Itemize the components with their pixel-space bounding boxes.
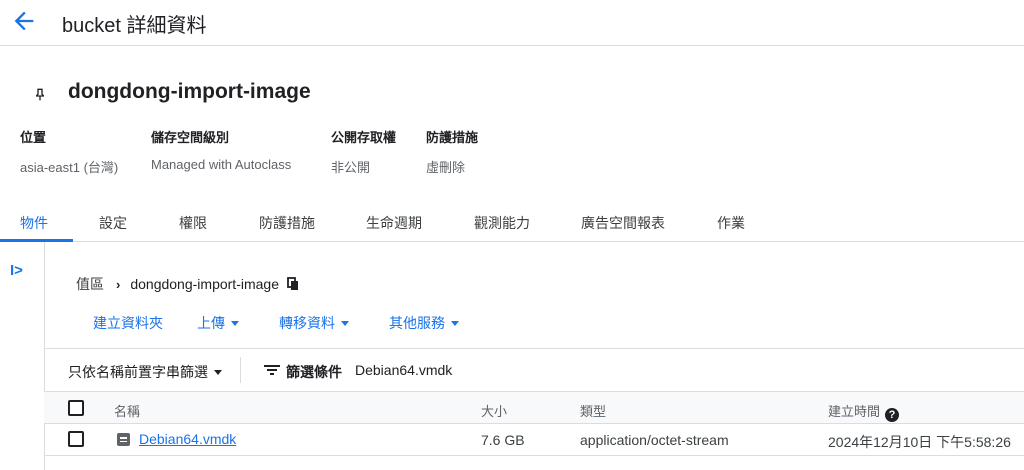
- meta-label: 位置: [20, 130, 47, 145]
- pin-icon: [36, 88, 44, 101]
- file-icon: [117, 433, 130, 446]
- file-size: 7.6 GB: [481, 432, 525, 448]
- tab-inventory-reports[interactable]: 廣告空間報表: [581, 213, 665, 233]
- upload-button[interactable]: 上傳: [197, 313, 239, 333]
- meta-public-access: 公開存取權 非公開: [331, 127, 396, 176]
- page-title: bucket 詳細資料: [62, 15, 207, 37]
- meta-value: Managed with Autoclass: [151, 157, 292, 172]
- meta-location: 位置 asia-east1 (台灣): [20, 127, 118, 176]
- caret-down-icon: [231, 320, 239, 326]
- meta-value: 虛刪除: [426, 160, 466, 175]
- tab-configuration[interactable]: 設定: [99, 213, 127, 233]
- column-name[interactable]: 名稱: [114, 401, 140, 420]
- tab-objects[interactable]: 物件: [20, 213, 48, 233]
- expand-panel-icon[interactable]: I>: [10, 262, 23, 279]
- file-type: application/octet-stream: [580, 432, 729, 448]
- transfer-data-label: 轉移資料: [279, 315, 335, 331]
- tab-bar: 物件 設定 權限 防護措施 生命週期 觀測能力 廣告空間報表 作業: [0, 200, 1024, 242]
- tab-lifecycle[interactable]: 生命週期: [366, 213, 422, 233]
- caret-down-icon: [451, 320, 459, 326]
- table-row: Debian64.vmdk 7.6 GB application/octet-s…: [44, 424, 1024, 456]
- upload-label: 上傳: [197, 315, 225, 331]
- column-created-label: 建立時間: [828, 404, 881, 419]
- meta-storage-class: 儲存空間級別 Managed with Autoclass: [151, 127, 291, 172]
- help-icon[interactable]: ?: [885, 408, 900, 422]
- filter-icon: [264, 365, 280, 375]
- meta-value: asia-east1 (台灣): [20, 160, 119, 175]
- breadcrumb-current: dongdong-import-image: [130, 276, 279, 292]
- meta-label: 儲存空間級別: [151, 130, 230, 145]
- create-folder-button[interactable]: 建立資料夾: [93, 313, 163, 333]
- column-created[interactable]: 建立時間?: [828, 401, 900, 422]
- row-checkbox[interactable]: [68, 431, 84, 447]
- other-services-label: 其他服務: [389, 315, 445, 331]
- column-type[interactable]: 類型: [580, 401, 606, 420]
- filter-divider: [240, 357, 241, 383]
- breadcrumb-root[interactable]: 值區: [76, 274, 104, 294]
- other-services-button[interactable]: 其他服務: [389, 313, 459, 333]
- filter-bar: 只依名稱前置字串篩選 篩選條件 Debian64.vmdk: [44, 348, 1024, 392]
- file-name-link[interactable]: Debian64.vmdk: [139, 431, 236, 447]
- tab-permissions[interactable]: 權限: [179, 213, 207, 233]
- create-folder-label: 建立資料夾: [93, 315, 163, 331]
- prefix-filter-label: 只依名稱前置字串篩選: [68, 364, 208, 380]
- top-bar: bucket 詳細資料: [0, 0, 1024, 46]
- active-tab-indicator: [0, 239, 73, 242]
- table-header: 名稱 大小 類型 建立時間?: [44, 392, 1024, 424]
- meta-label: 公開存取權: [331, 130, 397, 145]
- tab-operations[interactable]: 作業: [717, 213, 745, 233]
- prefix-filter-dropdown[interactable]: 只依名稱前置字串篩選: [68, 362, 222, 382]
- chevron-right-icon: ›: [116, 276, 121, 292]
- bucket-name: dongdong-import-image: [68, 80, 311, 103]
- filter-label: 篩選條件: [286, 364, 342, 380]
- tab-observability[interactable]: 觀測能力: [474, 213, 530, 233]
- caret-down-icon: [214, 369, 222, 375]
- meta-value: 非公開: [331, 160, 371, 175]
- column-size[interactable]: 大小: [481, 401, 507, 420]
- copy-icon[interactable]: [287, 277, 299, 291]
- select-all-checkbox[interactable]: [68, 400, 84, 416]
- transfer-data-button[interactable]: 轉移資料: [279, 313, 349, 333]
- meta-protection: 防護措施 虛刪除: [426, 127, 478, 176]
- arrow-back-icon[interactable]: [10, 7, 38, 35]
- breadcrumb: 值區 › dongdong-import-image: [76, 274, 299, 294]
- filter-input[interactable]: Debian64.vmdk: [355, 362, 452, 378]
- tab-protection[interactable]: 防護措施: [259, 213, 315, 233]
- file-created: 2024年12月10日 下午5:58:26: [828, 434, 1011, 450]
- caret-down-icon: [341, 320, 349, 326]
- meta-label: 防護措施: [426, 130, 479, 145]
